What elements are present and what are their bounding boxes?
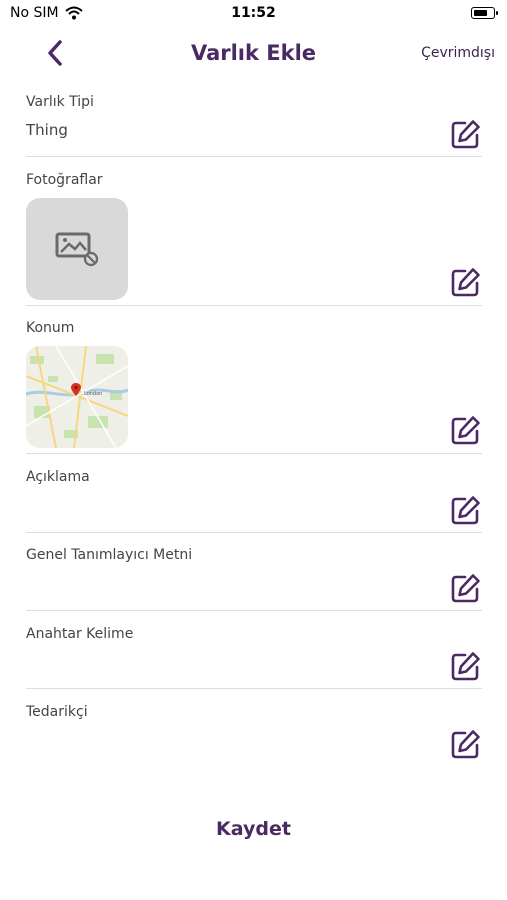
asset-type-row: Varlık Tipi Thing <box>26 92 482 157</box>
keyword-label: Anahtar Kelime <box>26 626 134 642</box>
image-unavailable-icon <box>55 232 99 267</box>
map-city-label: London <box>84 391 102 397</box>
offline-button[interactable]: Çevrimdışı <box>421 45 495 61</box>
generic-identifier-label: Genel Tanımlayıcı Metni <box>26 547 193 563</box>
battery-icon <box>471 7 498 19</box>
description-row: Açıklama <box>26 467 482 533</box>
supplier-label: Tedarikçi <box>26 704 88 720</box>
asset-type-label: Varlık Tipi <box>26 94 94 110</box>
edit-icon[interactable] <box>448 572 482 606</box>
description-label: Açıklama <box>26 469 90 485</box>
location-row: Konum London <box>26 318 482 454</box>
supplier-row: Tedarikçi <box>26 702 482 766</box>
keyword-row: Anahtar Kelime <box>26 624 482 689</box>
edit-icon[interactable] <box>448 266 482 300</box>
edit-icon[interactable] <box>448 414 482 448</box>
edit-icon[interactable] <box>448 494 482 528</box>
photos-row: Fotoğraflar <box>26 170 482 306</box>
location-label: Konum <box>26 320 75 336</box>
photos-label: Fotoğraflar <box>26 172 103 188</box>
clock: 11:52 <box>231 5 276 21</box>
asset-type-value: Thing <box>26 121 68 139</box>
edit-icon[interactable] <box>448 728 482 762</box>
nav-bar: Varlık Ekle Çevrimdışı <box>0 28 507 78</box>
edit-icon[interactable] <box>448 118 482 152</box>
edit-icon[interactable] <box>448 650 482 684</box>
photo-placeholder[interactable] <box>26 198 128 300</box>
status-bar: No SIM 11:52 <box>0 0 507 28</box>
generic-identifier-row: Genel Tanımlayıcı Metni <box>26 545 482 611</box>
save-button[interactable]: Kaydet <box>0 818 507 840</box>
map-thumbnail[interactable]: London <box>26 346 128 448</box>
map-image: London <box>26 346 128 448</box>
